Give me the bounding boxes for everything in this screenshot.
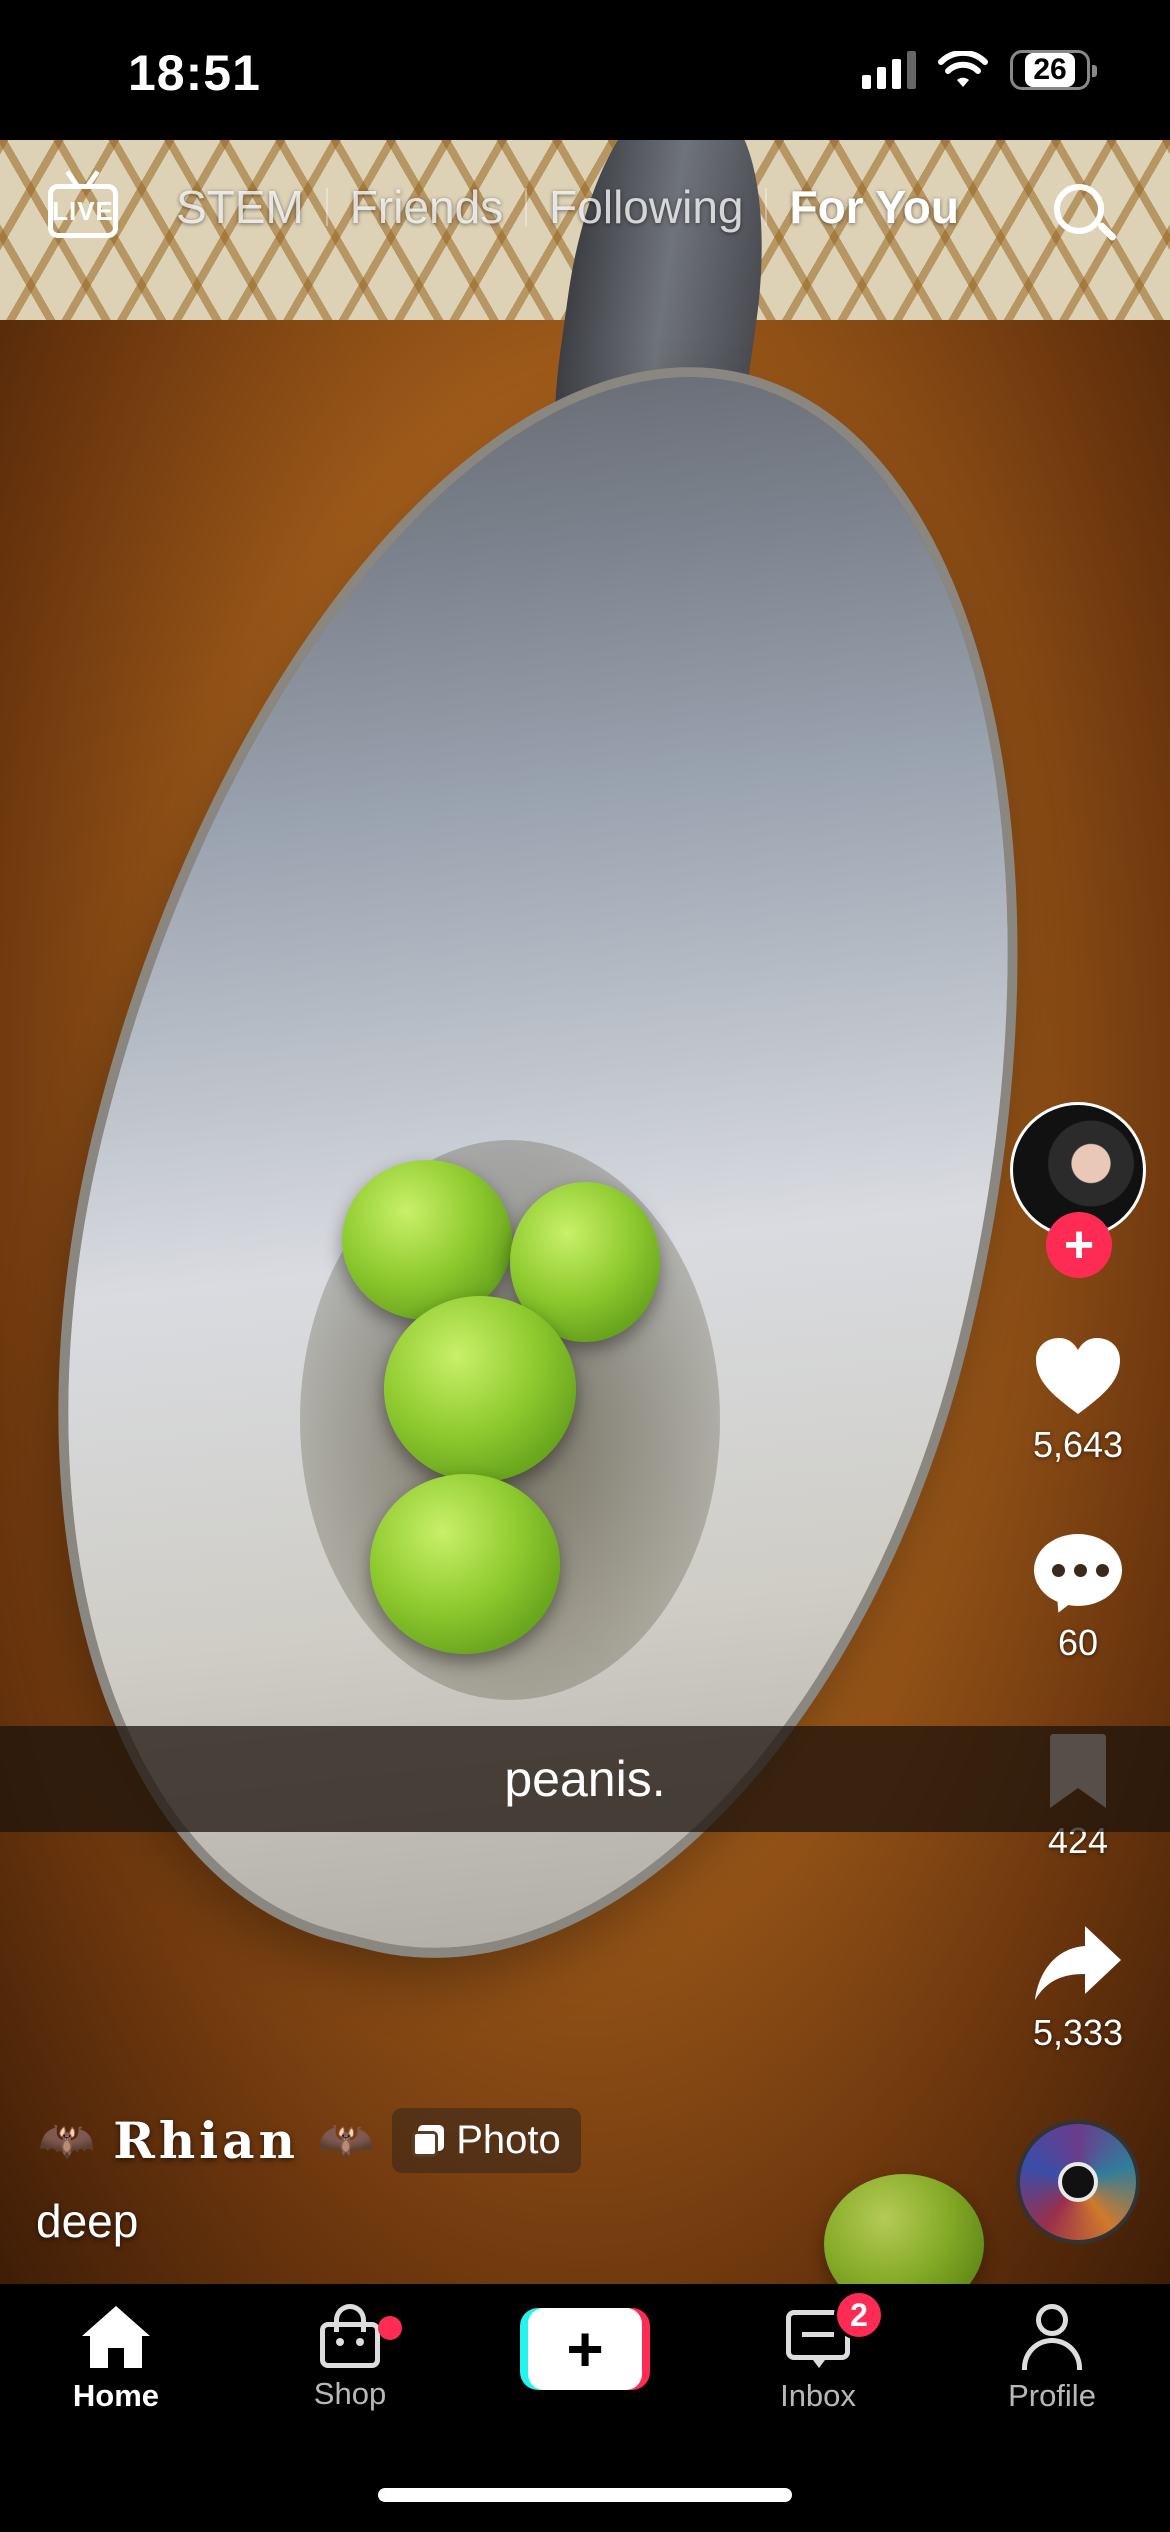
follow-button[interactable]: +	[1046, 1212, 1112, 1278]
photo-label: Photo	[456, 2118, 561, 2162]
shop-notification-dot	[378, 2316, 402, 2340]
photo-icon	[412, 2124, 445, 2157]
share-count: 5,333	[1032, 2012, 1124, 2053]
sound-disc[interactable]	[1016, 2120, 1140, 2244]
comment-count: 60	[1057, 1622, 1099, 1663]
nav-shop[interactable]: Shop	[260, 2304, 440, 2412]
nav-home-label: Home	[72, 2378, 160, 2413]
nav-profile[interactable]: Profile	[962, 2304, 1142, 2414]
like-action[interactable]: 5,643	[1010, 1336, 1146, 1466]
share-icon[interactable]	[1033, 1924, 1123, 2004]
live-icon: LIVE	[48, 184, 118, 238]
bat-icon: 🦇	[316, 2114, 375, 2166]
tab-for-you[interactable]: For You	[767, 180, 981, 234]
inbox-badge: 2	[834, 2290, 884, 2340]
post-photo[interactable]	[0, 140, 1170, 2284]
pea	[824, 2174, 984, 2284]
nav-profile-label: Profile	[1008, 2378, 1096, 2413]
bat-icon: 🦇	[38, 2114, 96, 2166]
search-icon[interactable]	[1052, 182, 1122, 252]
heart-icon[interactable]	[1034, 1336, 1122, 1416]
share-action[interactable]: 5,333	[1010, 1924, 1146, 2054]
shop-icon	[320, 2304, 380, 2368]
nav-inbox-label: Inbox	[780, 2378, 856, 2413]
photo-caption-band: peanis.	[0, 1726, 1170, 1832]
create-button[interactable]: +	[520, 2308, 650, 2390]
post-description[interactable]: deep	[36, 2194, 138, 2248]
pea	[370, 1474, 560, 1654]
feed-tabs: STEM Friends Following For You	[176, 180, 981, 234]
status-icons: 26	[862, 50, 1097, 90]
tab-friends[interactable]: Friends	[328, 180, 525, 234]
photo-caption: peanis.	[504, 1751, 666, 1807]
signal-icon	[862, 51, 916, 89]
wifi-icon	[938, 51, 988, 87]
profile-icon	[1022, 2304, 1082, 2370]
home-icon	[82, 2306, 150, 2368]
battery-level: 26	[1025, 53, 1075, 87]
comment-action[interactable]: 60	[1010, 1534, 1146, 1664]
tab-following[interactable]: Following	[527, 180, 765, 234]
author-row: 🦇 Rhian 🦇 Photo	[38, 2108, 581, 2173]
top-nav: LIVE STEM Friends Following For You	[0, 160, 1170, 250]
nav-home[interactable]: Home	[26, 2304, 206, 2414]
tab-stem[interactable]: STEM	[176, 180, 326, 234]
battery-icon: 26	[1010, 50, 1097, 90]
live-label: LIVE	[52, 195, 114, 226]
like-count: 5,643	[1032, 1424, 1124, 1465]
status-time: 18:51	[128, 45, 261, 101]
status-bar: 18:51 26	[0, 0, 1170, 140]
live-button[interactable]: LIVE	[46, 170, 122, 240]
home-indicator[interactable]	[378, 2488, 792, 2502]
create-icon: +	[528, 2308, 642, 2390]
comment-icon[interactable]	[1034, 1534, 1122, 1618]
pea	[384, 1296, 576, 1482]
nav-shop-label: Shop	[313, 2376, 387, 2411]
photo-mode-chip[interactable]: Photo	[392, 2108, 581, 2173]
author-name[interactable]: Rhian	[113, 2111, 299, 2170]
